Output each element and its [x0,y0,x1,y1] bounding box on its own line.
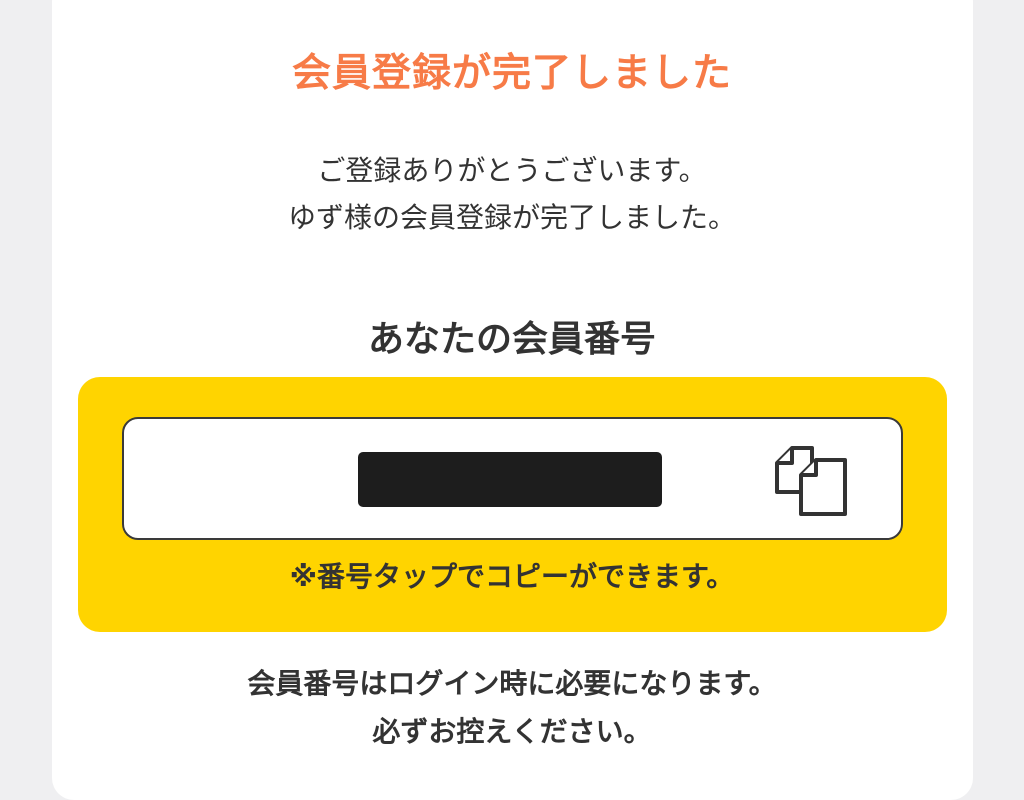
notice-line-1: 会員番号はログイン時に必要になります。 [247,667,777,700]
notice-line-2: 必ずお控えください。 [372,715,652,748]
page-title: 会員登録が完了しました [291,51,732,96]
member-number-heading: あなたの会員番号 [367,319,656,360]
copy-hint: ※番号タップでコピーができます。 [289,560,735,593]
member-number-notice: 会員番号はログイン時に必要になります。 必ずお控えください。 [0,660,1024,756]
copy-icon[interactable] [772,442,852,520]
thanks-message: ご登録ありがとうございます。 ゆず様の会員登録が完了しました。 [0,147,1024,241]
member-number-value-redacted[interactable] [358,452,662,507]
thanks-line-1: ご登録ありがとうございます。 [317,154,707,187]
thanks-line-2: ゆず様の会員登録が完了しました。 [287,201,736,234]
